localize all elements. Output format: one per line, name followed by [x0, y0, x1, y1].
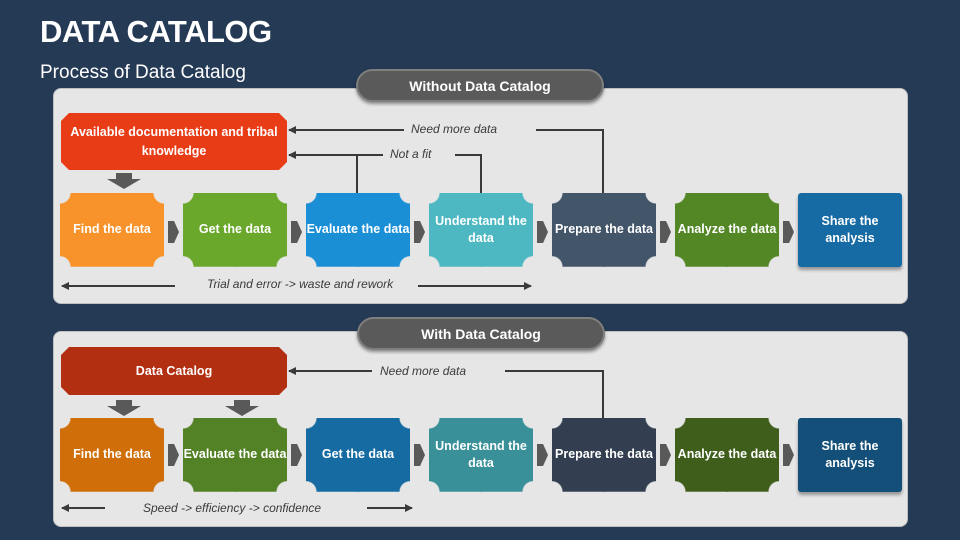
step-prepare-the-data: Prepare the data: [552, 418, 656, 492]
step-understand-the-data: Understand the data: [429, 193, 533, 267]
step-find-the-data: Find the data: [60, 418, 164, 492]
step-get-the-data: Get the data: [183, 193, 287, 267]
without-catalog-label: Without Data Catalog: [356, 69, 604, 102]
footer-speed-efficiency: Speed -> efficiency -> confidence: [143, 501, 322, 515]
feedback-not-a-fit: Not a fit: [390, 147, 432, 161]
step-share-the-analysis: Share the analysis: [798, 193, 902, 267]
page-title: DATA CATALOG: [40, 14, 272, 49]
step-analyze-the-data: Analyze the data: [675, 193, 779, 267]
step-evaluate-the-data: Evaluate the data: [306, 193, 410, 267]
with-catalog-label: With Data Catalog: [357, 317, 605, 350]
source-documentation-box: Available documentation and tribal knowl…: [61, 113, 287, 170]
step-get-the-data: Get the data: [306, 418, 410, 492]
feedback-need-more-data: Need more data: [411, 122, 498, 136]
step-evaluate-the-data: Evaluate the data: [183, 418, 287, 492]
down-arrow-icon: [225, 400, 259, 416]
feedback-need-more-data: Need more data: [380, 364, 467, 378]
step-understand-the-data: Understand the data: [429, 418, 533, 492]
source-data-catalog-box: Data Catalog: [61, 347, 287, 395]
step-share-the-analysis: Share the analysis: [798, 418, 902, 492]
footer-trial-and-error: Trial and error -> waste and rework: [207, 277, 394, 291]
page-subtitle: Process of Data Catalog: [40, 62, 246, 83]
step-find-the-data: Find the data: [60, 193, 164, 267]
down-arrow-icon: [107, 400, 141, 416]
step-analyze-the-data: Analyze the data: [675, 418, 779, 492]
down-arrow-icon: [107, 173, 141, 189]
step-prepare-the-data: Prepare the data: [552, 193, 656, 267]
